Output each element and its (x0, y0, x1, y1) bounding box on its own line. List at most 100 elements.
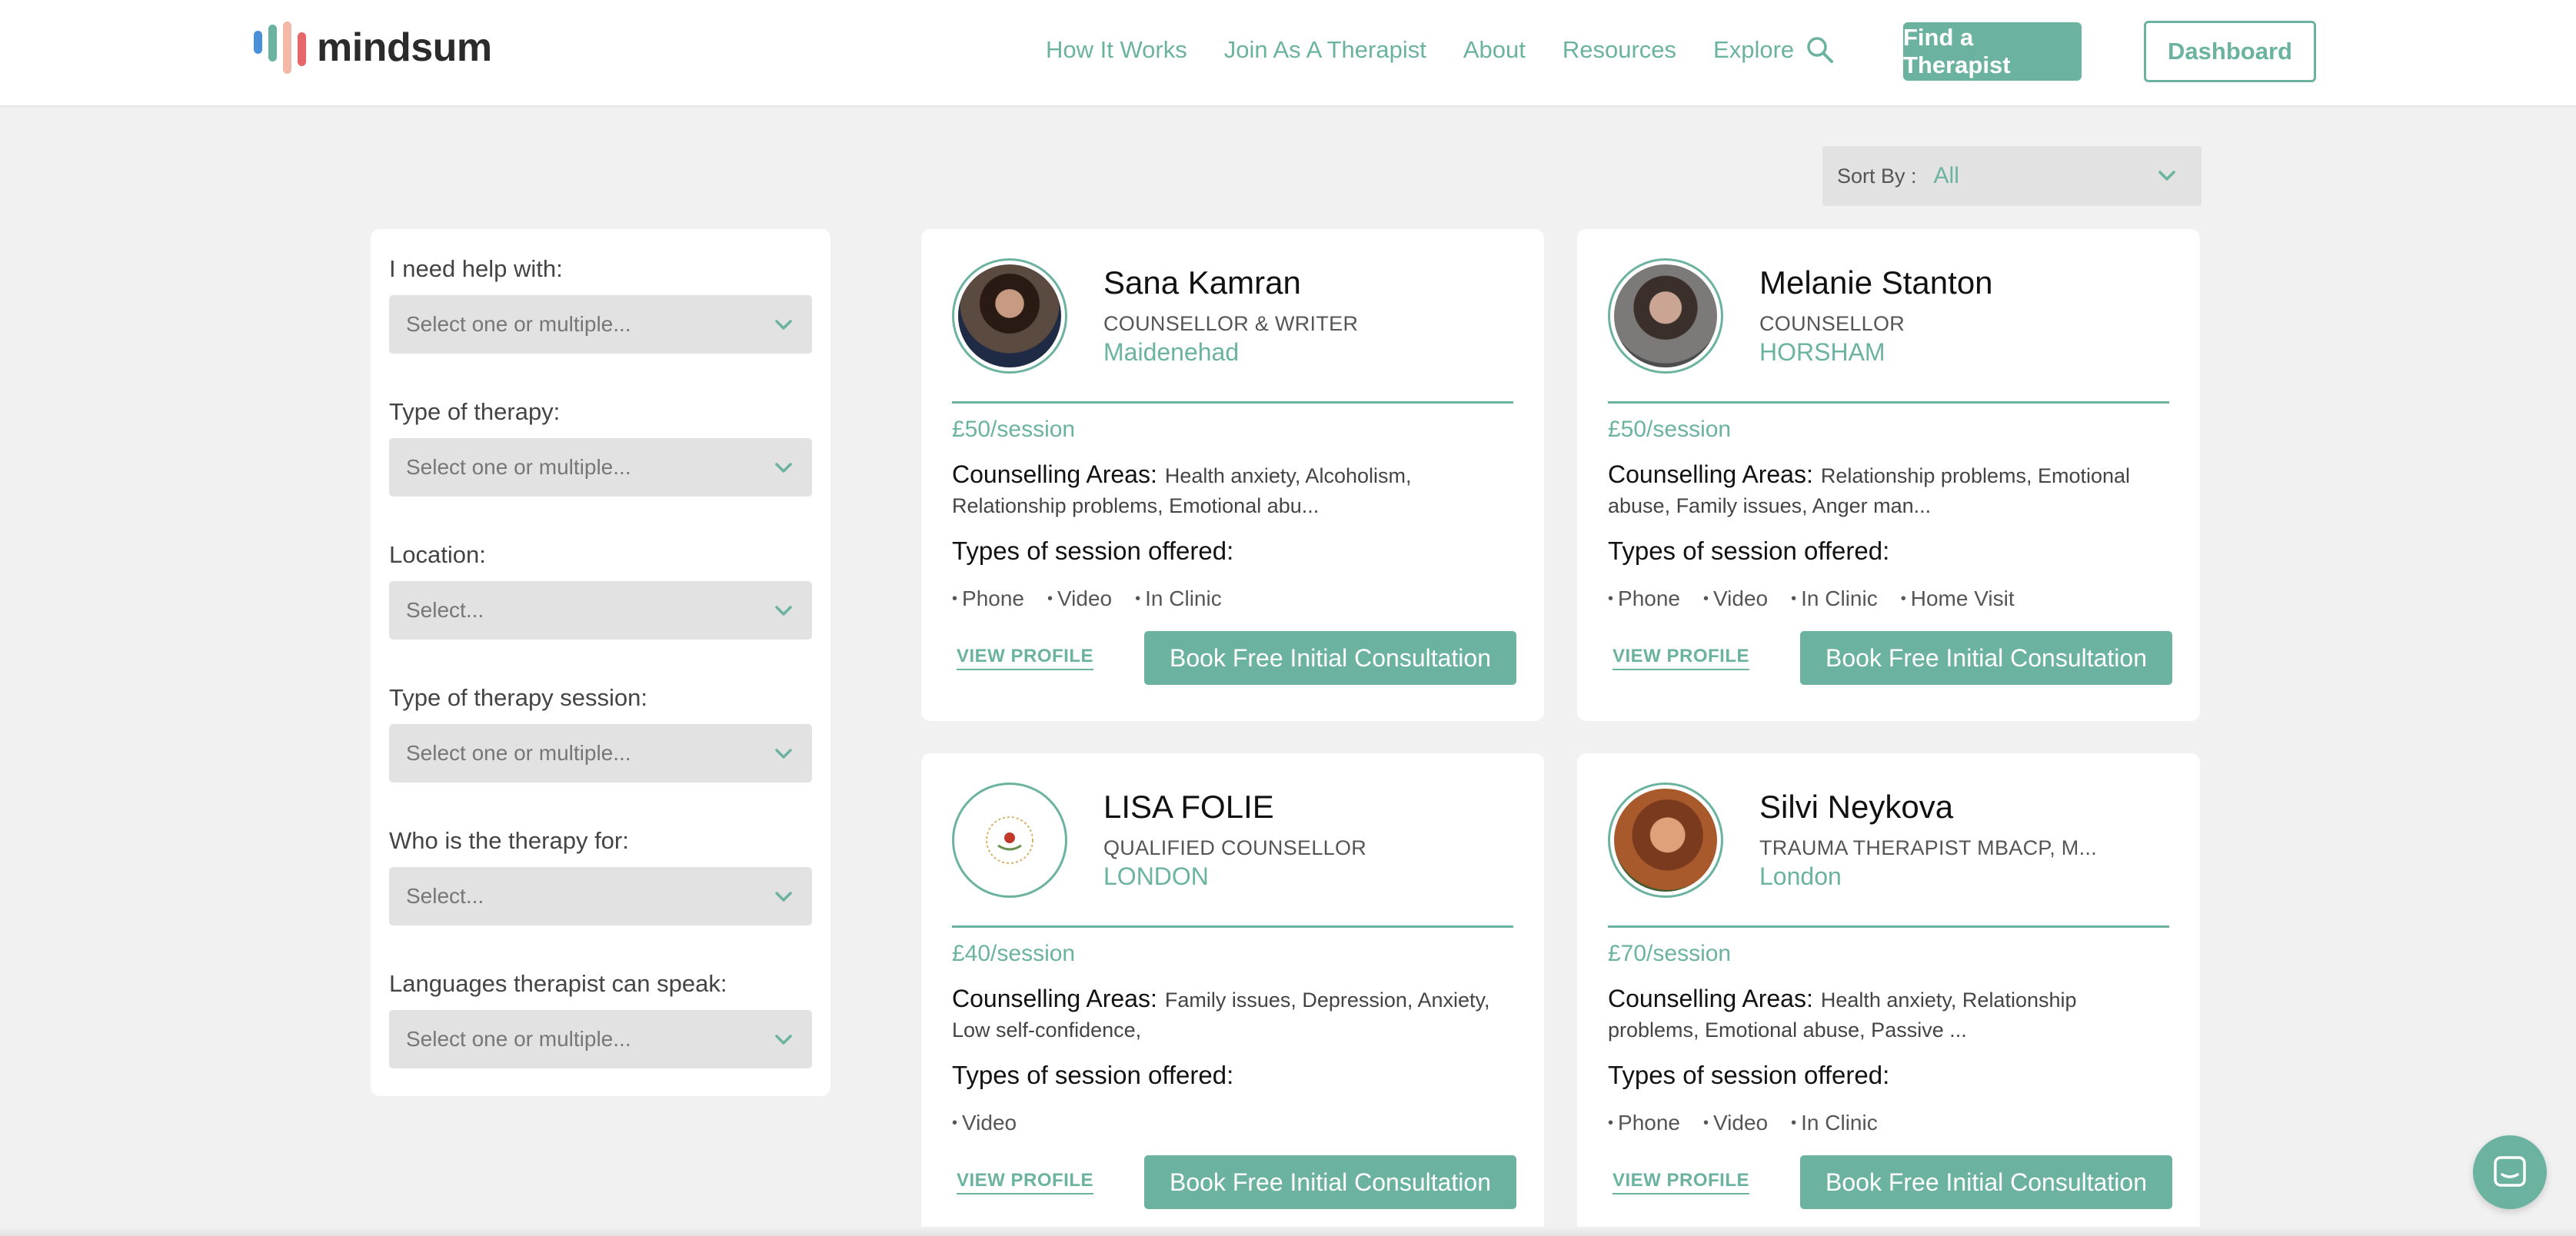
card-divider (1608, 401, 2169, 404)
session-type-item: Video (1703, 586, 1768, 611)
counselling-areas: Counselling Areas: Relationship problems,… (1608, 460, 2162, 521)
therapist-logo (958, 789, 1061, 892)
view-profile-link[interactable]: VIEW PROFILE (957, 646, 1094, 670)
therapist-name[interactable]: Melanie Stanton (1759, 264, 1993, 301)
session-price: £50/session (952, 417, 1076, 442)
filter-therapy-for: Who is the therapy for: Select... (389, 824, 812, 962)
session-types-label: Types of session offered: (1608, 537, 1890, 565)
therapist-avatar[interactable] (952, 782, 1067, 898)
select-placeholder: Select one or multiple... (406, 1027, 631, 1051)
areas-label: Counselling Areas: (952, 985, 1157, 1012)
therapist-city: LONDON (1103, 862, 1209, 890)
card-divider (1608, 925, 2169, 928)
filter-label: Type of therapy: (389, 398, 561, 425)
chat-button[interactable] (2473, 1135, 2547, 1209)
search-icon[interactable] (1805, 35, 1835, 65)
filter-therapy-type: Type of therapy: Select one or multiple.… (389, 395, 812, 533)
therapy-for-select[interactable]: Select... (389, 867, 812, 925)
dashboard-button[interactable]: Dashboard (2144, 21, 2316, 82)
logo-text: mindsum (317, 25, 492, 70)
session-type-item: Phone (1608, 586, 1680, 611)
filter-help-with: I need help with: Select one or multiple… (389, 252, 812, 390)
page-bottom-edge (0, 1227, 2576, 1236)
counselling-areas: Counselling Areas: Health anxiety, Alcoho… (952, 460, 1506, 521)
therapist-card: Silvi Neykova TRAUMA THERAPIST MBACP, M.… (1577, 753, 2200, 1236)
therapist-title: COUNSELLOR (1759, 312, 1905, 335)
chevron-down-icon (775, 892, 792, 902)
filter-languages: Languages therapist can speak: Select on… (389, 967, 812, 1105)
therapist-card: Sana Kamran COUNSELLOR & WRITER Maideneh… (921, 229, 1544, 721)
main-nav: How It Works Join As A Therapist About R… (1046, 0, 1872, 100)
book-consultation-button[interactable]: Book Free Initial Consultation (1800, 1155, 2172, 1209)
filter-session-type: Type of therapy session: Select one or m… (389, 681, 812, 819)
filter-location: Location: Select... (389, 538, 812, 676)
therapist-title: TRAUMA THERAPIST MBACP, M... (1759, 836, 2097, 859)
mindsum-logo[interactable]: mindsum (254, 20, 492, 75)
session-type-item: In Clinic (1791, 1111, 1878, 1135)
view-profile-link[interactable]: VIEW PROFILE (1612, 646, 1750, 670)
therapist-city: Maidenehad (1103, 338, 1240, 366)
select-placeholder: Select one or multiple... (406, 455, 631, 479)
book-consultation-button[interactable]: Book Free Initial Consultation (1800, 631, 2172, 685)
chevron-down-icon (775, 320, 792, 330)
therapist-avatar[interactable] (1608, 258, 1723, 374)
select-placeholder: Select... (406, 884, 484, 908)
sort-label: Sort By : (1837, 164, 1917, 188)
nav-about[interactable]: About (1463, 36, 1526, 64)
sort-dropdown[interactable]: Sort By : All (1822, 146, 2202, 206)
therapist-avatar[interactable] (952, 258, 1067, 374)
filter-label: Who is the therapy for: (389, 827, 629, 854)
help-with-select[interactable]: Select one or multiple... (389, 295, 812, 354)
session-type-item: Phone (1608, 1111, 1680, 1135)
location-select[interactable]: Select... (389, 581, 812, 640)
areas-label: Counselling Areas: (1608, 460, 1813, 488)
therapist-photo (1614, 789, 1717, 892)
session-type-item: Video (952, 1111, 1017, 1135)
logo-mark (254, 22, 306, 74)
chevron-down-icon (775, 606, 792, 616)
chevron-down-icon (775, 1035, 792, 1045)
therapist-name[interactable]: Silvi Neykova (1759, 789, 1953, 826)
therapist-card: LISA FOLIE QUALIFIED COUNSELLOR LONDON £… (921, 753, 1544, 1236)
filter-label: Languages therapist can speak: (389, 970, 727, 997)
filter-label: Type of therapy session: (389, 684, 648, 711)
session-type-select[interactable]: Select one or multiple... (389, 724, 812, 782)
languages-select[interactable]: Select one or multiple... (389, 1010, 812, 1068)
find-therapist-button[interactable]: Find a Therapist (1903, 22, 2082, 81)
session-types-label: Types of session offered: (952, 1061, 1234, 1089)
session-types-list: Phone Video In Clinic (952, 586, 1245, 611)
therapist-card: Melanie Stanton COUNSELLOR HORSHAM £50/s… (1577, 229, 2200, 721)
book-consultation-button[interactable]: Book Free Initial Consultation (1144, 631, 1516, 685)
book-consultation-button[interactable]: Book Free Initial Consultation (1144, 1155, 1516, 1209)
therapist-avatar[interactable] (1608, 782, 1723, 898)
therapy-type-select[interactable]: Select one or multiple... (389, 438, 812, 497)
session-types-list: Phone Video In Clinic (1608, 1111, 1901, 1135)
select-placeholder: Select... (406, 598, 484, 622)
session-price: £40/session (952, 941, 1076, 966)
view-profile-link[interactable]: VIEW PROFILE (957, 1170, 1094, 1194)
session-types-label: Types of session offered: (952, 537, 1234, 565)
therapist-title: COUNSELLOR & WRITER (1103, 312, 1359, 335)
nav-explore-label: Explore (1713, 36, 1795, 63)
nav-join-as-therapist[interactable]: Join As A Therapist (1224, 36, 1426, 64)
counselling-areas: Counselling Areas: Health anxiety, Relati… (1608, 984, 2162, 1045)
therapist-title: QUALIFIED COUNSELLOR (1103, 836, 1367, 859)
session-types-label: Types of session offered: (1608, 1061, 1890, 1089)
view-profile-link[interactable]: VIEW PROFILE (1612, 1170, 1750, 1194)
select-placeholder: Select one or multiple... (406, 741, 631, 765)
chat-icon (2494, 1156, 2526, 1187)
session-price: £50/session (1608, 417, 1732, 442)
session-type-item: In Clinic (1791, 586, 1878, 611)
areas-label: Counselling Areas: (1608, 985, 1813, 1012)
session-type-item: Home Visit (1901, 586, 2015, 611)
nav-resources[interactable]: Resources (1563, 36, 1676, 64)
therapist-name[interactable]: Sana Kamran (1103, 264, 1301, 301)
nav-explore[interactable]: Explore (1713, 35, 1835, 65)
card-divider (952, 401, 1513, 404)
nav-how-it-works[interactable]: How It Works (1046, 36, 1187, 64)
session-types-list: Video (952, 1111, 1040, 1135)
session-price: £70/session (1608, 941, 1732, 966)
filter-label: I need help with: (389, 255, 563, 282)
therapist-name[interactable]: LISA FOLIE (1103, 789, 1274, 826)
session-type-item: Video (1047, 586, 1112, 611)
